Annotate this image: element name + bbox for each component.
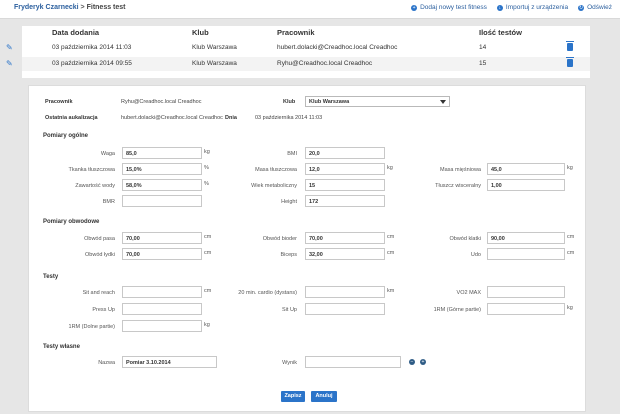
club-select[interactable]: Klub Warszawa — [305, 96, 450, 107]
age-input[interactable]: 15 — [305, 179, 385, 191]
header-date: Data dodania — [52, 28, 100, 37]
edit-icon[interactable]: ✎ — [6, 60, 14, 68]
calf-input[interactable]: 70,00 — [122, 248, 202, 260]
import-link[interactable]: ↓ Importuj z urządzenia — [496, 4, 568, 11]
bmr-input[interactable] — [122, 195, 202, 207]
plus-icon: + — [411, 4, 418, 11]
chevron-down-icon — [440, 100, 446, 104]
last-update-value: hubert.dolacki@Creadhoc.local Creadhoc — [121, 115, 223, 121]
edit-icon[interactable]: ✎ — [6, 44, 14, 52]
height-input[interactable]: 172 — [305, 195, 385, 207]
remove-icon[interactable]: − — [409, 359, 415, 365]
app-window: Fryderyk Czarnecki > Fitness test + Dodaj… — [0, 0, 620, 414]
muscle-input[interactable]: 45,0 — [487, 163, 565, 175]
header-club: Klub — [192, 28, 209, 37]
header-count: Ilość testów — [479, 28, 522, 37]
top-bar: Fryderyk Czarnecki > Fitness test + Dodaj… — [0, 0, 620, 19]
section-circumference: Pomiary obwodowe — [43, 219, 100, 225]
club-label: Klub — [283, 99, 296, 105]
refresh-icon: ↻ — [578, 4, 585, 11]
sit-up-input[interactable] — [305, 303, 385, 315]
sit-reach-input[interactable] — [122, 286, 202, 298]
section-own-tests: Testy własne — [43, 344, 80, 350]
rm-lower-input[interactable] — [122, 320, 202, 332]
day-value: 03 października 2014 11:03 — [255, 115, 323, 121]
fatmass-input[interactable]: 12,0 — [305, 163, 385, 175]
waist-input[interactable]: 70,00 — [122, 232, 202, 244]
save-button[interactable]: Zapisz — [281, 391, 305, 402]
section-general: Pomiary ogólne — [43, 133, 89, 139]
own-test-name-input[interactable]: Pomiar 3.10.2014 — [122, 356, 217, 368]
refresh-link[interactable]: ↻ Odśwież — [578, 4, 612, 11]
own-test-result-input[interactable] — [305, 356, 401, 368]
trash-icon[interactable] — [566, 41, 574, 51]
breadcrumb-user[interactable]: Fryderyk Czarnecki — [14, 4, 79, 11]
test-form: Pracownik Ryhu@Creadhoc.local Creadhoc K… — [28, 85, 586, 412]
trash-icon[interactable] — [566, 57, 574, 67]
chest-input[interactable]: 90,00 — [487, 232, 565, 244]
vo2-input[interactable] — [487, 286, 565, 298]
table-row[interactable]: ✎ 03 października 2014 09:55 Klub Warsza… — [6, 57, 590, 71]
breadcrumb: Fryderyk Czarnecki > Fitness test — [14, 4, 126, 11]
water-input[interactable]: 58,0% — [122, 179, 202, 191]
visceral-input[interactable]: 1,00 — [487, 179, 565, 191]
employee-value: Ryhu@Creadhoc.local Creadhoc — [121, 99, 202, 105]
biceps-input[interactable]: 32,00 — [305, 248, 385, 260]
table-row[interactable]: ✎ 03 października 2014 11:03 Klub Warsza… — [6, 41, 590, 55]
add-icon[interactable]: + — [420, 359, 426, 365]
top-links: + Dodaj nowy test fitness ↓ Importuj z urz… — [411, 4, 612, 11]
tests-list: Data dodania Klub Pracownik Ilość testów… — [6, 26, 590, 78]
import-icon: ↓ — [496, 4, 503, 11]
employee-label: Pracownik — [45, 99, 73, 105]
breadcrumb-current: Fitness test — [86, 4, 126, 11]
thigh-input[interactable] — [487, 248, 565, 260]
section-tests: Testy — [43, 274, 59, 280]
bmi-input[interactable]: 20,0 — [305, 147, 385, 159]
add-test-link[interactable]: + Dodaj nowy test fitness — [411, 4, 487, 11]
last-update-label: Ostatnia aukalizacja — [45, 115, 98, 121]
fat-input[interactable]: 15,0% — [122, 163, 202, 175]
day-label: Dnia — [225, 115, 237, 121]
header-employee: Pracownik — [277, 28, 315, 37]
press-up-input[interactable] — [122, 303, 202, 315]
breadcrumb-separator: > — [80, 4, 85, 11]
cardio-input[interactable] — [305, 286, 385, 298]
waga-input[interactable]: 85,0 — [122, 147, 202, 159]
hips-input[interactable]: 70,00 — [305, 232, 385, 244]
rm-upper-input[interactable] — [487, 303, 565, 315]
cancel-button[interactable]: Anuluj — [311, 391, 337, 402]
